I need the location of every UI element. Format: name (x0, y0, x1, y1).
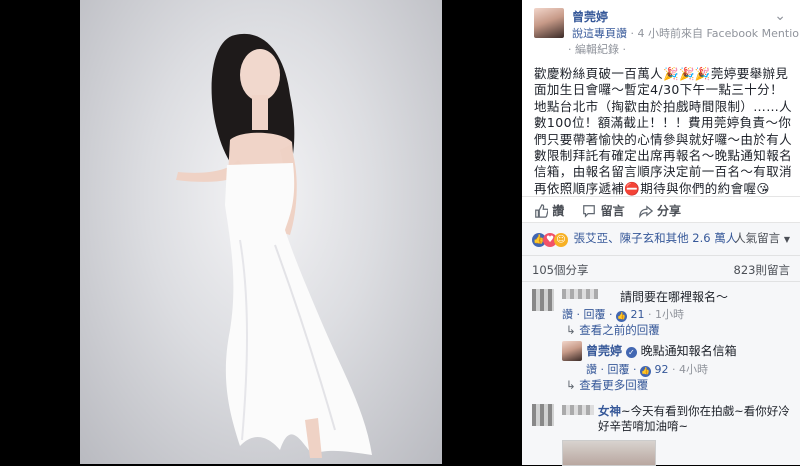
view-more-text: 查看更多回覆 (579, 378, 648, 392)
divider (522, 196, 800, 197)
comments-count[interactable]: 823則留言 (734, 262, 790, 278)
comment-attached-photo[interactable] (562, 440, 656, 466)
reply-arrow-icon: ↳ (566, 323, 576, 337)
share-icon (639, 204, 653, 218)
shares-count[interactable]: 105個分享 (532, 262, 588, 278)
comment-time: · 1小時 (648, 308, 684, 321)
share-label: 分享 (657, 204, 681, 218)
divider (522, 255, 800, 256)
comment-icon (582, 204, 596, 218)
comment-like-count[interactable]: 21 (630, 308, 644, 321)
like-label: 讚 (552, 204, 564, 218)
commenter-name[interactable] (562, 405, 594, 415)
like-button[interactable]: 讚 (534, 203, 568, 217)
post-photo[interactable] (80, 0, 442, 464)
view-more-replies[interactable]: ↳ 查看更多回覆 (566, 377, 648, 393)
post-meta: 說這專頁讚 · 4 小時前來自 Facebook Mentions (572, 25, 800, 41)
reply-author-name[interactable]: 曾莞婷 (586, 344, 622, 358)
divider (522, 281, 800, 282)
author-avatar[interactable] (534, 8, 564, 38)
author-name-text[interactable]: 曾莞婷 (572, 10, 608, 24)
top-comments-label: 人氣留言 (734, 231, 780, 245)
photo-viewer (0, 0, 522, 464)
reactions-text[interactable]: 張艾亞、陳子玄和其他 2.6 萬人 (574, 231, 738, 245)
comment-2-text: ~今天有看到你在拍戲~看你好冷好辛苦唷加油唷~ (598, 404, 790, 433)
comment-actions: 讚 · 回覆 · 👍 21 · 1小時 (562, 306, 684, 322)
like-reaction-icon: 👍 (640, 366, 651, 377)
reply-like-count[interactable]: 92 (654, 363, 668, 376)
like-reaction-icon: 👍 (616, 311, 627, 322)
page-link[interactable]: 說這專頁讚 (572, 27, 627, 40)
edit-history-text: · 編輯紀錄 · (568, 43, 626, 56)
reply-body: 曾莞婷 ✓ 晚點通知報名信箱 (586, 342, 737, 359)
commenter-name[interactable] (562, 289, 598, 299)
post-time: · 4 小時前來自 Facebook Mentions (631, 27, 800, 40)
commenter-avatar[interactable] (532, 289, 554, 311)
action-bar: 讚 留言 分享 (534, 202, 681, 219)
dropdown-triangle-icon: ▼ (784, 235, 790, 244)
comment-text: 請問要在哪裡報名～ (620, 288, 728, 305)
post-text: 歡慶粉絲頁破一百萬人🎉🎉🎉莞婷要舉辦見面加生日會囉～暫定4/30下午一點三十分！… (534, 66, 792, 197)
verified-badge-icon: ✓ (626, 347, 637, 358)
view-previous-text: 查看之前的回覆 (579, 323, 660, 337)
reply-actions: 讚 · 回覆 · 👍 92 · 4小時 (586, 361, 708, 377)
chevron-down-icon[interactable]: ⌄ (774, 8, 786, 24)
commenter-avatar[interactable] (532, 404, 554, 426)
reply-author-avatar[interactable] (562, 341, 582, 361)
comment-button[interactable]: 留言 (582, 203, 628, 217)
share-button[interactable]: 分享 (639, 203, 681, 217)
post-panel: 曾莞婷 說這專頁讚 · 4 小時前來自 Facebook Mentions · … (522, 0, 800, 464)
reply-arrow-icon: ↳ (566, 378, 576, 392)
author-name[interactable]: 曾莞婷 (572, 8, 608, 25)
top-comments-dropdown[interactable]: 人氣留言 ▼ (734, 230, 790, 246)
edit-history-link[interactable]: · 編輯紀錄 · (568, 41, 626, 57)
comment-2-body: 女神~今天有看到你在拍戲~看你好冷好辛苦唷加油唷~ (598, 404, 794, 434)
reply-time: · 4小時 (672, 363, 708, 376)
thumbs-up-icon (534, 204, 548, 218)
reactions-summary[interactable]: 👍♥☺ 張艾亞、陳子玄和其他 2.6 萬人 (532, 230, 737, 247)
view-previous-replies[interactable]: ↳ 查看之前的回覆 (566, 322, 660, 338)
wow-reaction-icon: ☺ (554, 233, 568, 247)
commenter-name-suffix[interactable]: 女神 (598, 404, 621, 418)
reply-action-links[interactable]: 讚 · 回覆 · (586, 363, 636, 376)
comment-action-links[interactable]: 讚 · 回覆 · (562, 308, 612, 321)
model-illustration (80, 0, 442, 464)
reply-text: 晚點通知報名信箱 (641, 344, 737, 358)
comment-label: 留言 (601, 204, 625, 218)
